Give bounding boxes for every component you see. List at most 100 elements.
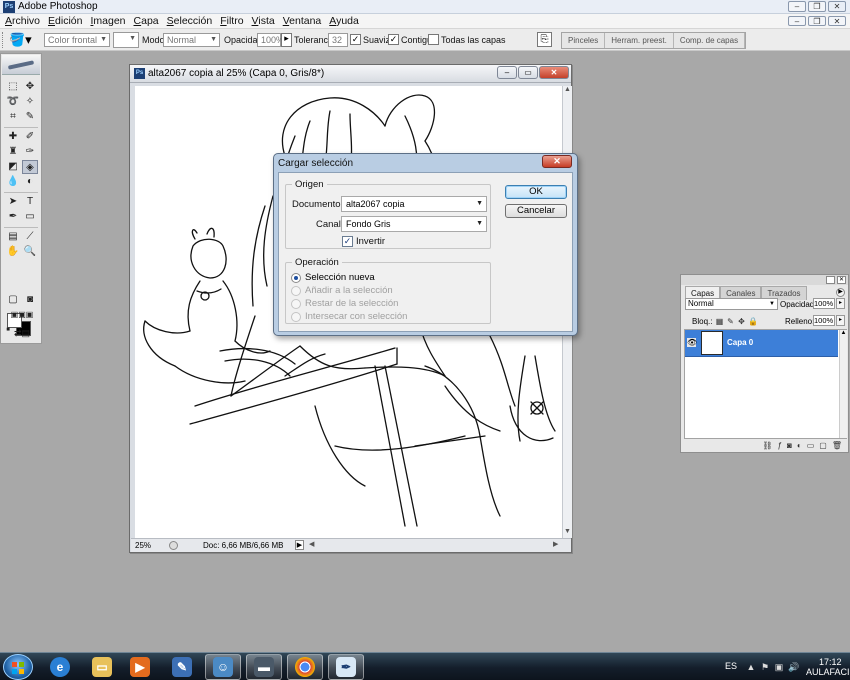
blend-mode-select[interactable]: Normal ▼ <box>685 298 778 310</box>
lock-all-icon[interactable]: 🔒 <box>748 317 758 326</box>
menu-vista[interactable]: Vista <box>250 15 281 27</box>
adjustment-layer-icon[interactable]: ◐ <box>797 441 802 452</box>
invert-checkbox[interactable]: ✓ <box>342 236 353 247</box>
status-info-icon[interactable] <box>169 541 178 550</box>
eraser-tool-icon[interactable]: ◩ <box>5 160 21 174</box>
layer-style-icon[interactable]: ƒ <box>778 441 782 452</box>
shape-tool-icon[interactable]: ▭ <box>22 210 38 224</box>
menu-edicion[interactable]: Edición <box>46 15 88 27</box>
screen-modes-icon[interactable]: ▣▣▣ <box>4 309 40 321</box>
network-icon[interactable]: ▣ <box>774 662 784 672</box>
new-group-icon[interactable]: ▭ <box>807 441 815 452</box>
ok-button[interactable]: OK <box>505 185 567 199</box>
start-button[interactable] <box>3 654 33 680</box>
crop-tool-icon[interactable]: ⌗ <box>5 110 21 124</box>
document-select[interactable]: alta2067 copia ▼ <box>341 196 487 212</box>
layer-opacity-arrow-icon[interactable]: ▸ <box>836 298 845 309</box>
link-layers-icon[interactable]: ⛓ <box>762 441 772 452</box>
taskbar-chrome[interactable] <box>287 654 323 680</box>
menu-seleccion[interactable]: Selección <box>165 15 219 27</box>
taskbar-app-6[interactable]: ▬ <box>246 654 282 680</box>
photoshop-feather-icon[interactable] <box>2 55 40 75</box>
move-tool-icon[interactable]: ✥ <box>22 80 38 94</box>
layer-row-capa-0[interactable]: 👁 Capa 0 <box>685 330 838 357</box>
volume-icon[interactable]: 🔊 <box>788 662 799 672</box>
document-title-bar[interactable]: Ps alta2067 copia al 25% (Capa 0, Gris/8… <box>130 65 571 83</box>
doc-restore-icon[interactable]: ❐ <box>808 16 826 26</box>
scroll-down-icon[interactable]: ▼ <box>563 528 572 538</box>
lock-position-icon[interactable]: ✥ <box>737 317 746 326</box>
cancel-button[interactable]: Cancelar <box>505 204 567 218</box>
lock-transparency-icon[interactable]: ▦ <box>715 317 724 326</box>
restore-icon[interactable]: ❐ <box>808 1 826 12</box>
slice-tool-icon[interactable]: ✎ <box>22 110 38 124</box>
taskbar-app-5[interactable]: ☺ <box>205 654 241 680</box>
brush-tool-icon[interactable]: ✐ <box>22 130 38 144</box>
standard-mode-icon[interactable]: ▢ <box>5 293 21 307</box>
opacity-input[interactable]: 100% <box>257 33 284 47</box>
status-menu-arrow-icon[interactable]: ▶ <box>295 540 304 550</box>
path-selection-icon[interactable]: ➤ <box>5 195 21 209</box>
scroll-up-icon[interactable]: ▲ <box>563 86 572 96</box>
clock[interactable]: 17:12 AULAFACIL <box>806 657 850 677</box>
menu-imagen[interactable]: Imagen <box>88 15 131 27</box>
pen-tool-icon[interactable]: ✒ <box>5 210 21 224</box>
all-layers-checkbox[interactable] <box>428 34 439 45</box>
taskbar-internet-explorer[interactable]: e <box>42 654 78 680</box>
doc-minimize-icon[interactable]: – <box>788 16 806 26</box>
tray-expand-icon[interactable]: ▲ <box>746 662 756 672</box>
paint-bucket-icon[interactable]: 🪣▾ <box>9 32 37 48</box>
layer-mask-icon[interactable]: ◙ <box>787 441 792 452</box>
zoom-tool-icon[interactable]: 🔍 <box>22 245 38 259</box>
lasso-tool-icon[interactable]: ➰ <box>5 95 21 109</box>
doc-window-minimize-icon[interactable]: – <box>497 66 517 79</box>
taskbar-media-player[interactable]: ▶ <box>122 654 158 680</box>
dodge-tool-icon[interactable]: ◐ <box>22 175 38 189</box>
taskbar-photoshop[interactable]: ✒ <box>328 654 364 680</box>
fill-input[interactable]: 100% <box>813 315 835 326</box>
channel-select[interactable]: Fondo Gris ▼ <box>341 216 487 232</box>
tolerance-input[interactable]: 32 <box>328 33 348 47</box>
radio-add-to-selection[interactable] <box>291 286 301 296</box>
radio-new-selection[interactable] <box>291 273 301 283</box>
palette-browser-icon[interactable]: ⎘ <box>537 32 552 47</box>
paint-bucket-tool-icon[interactable]: ◈ <box>22 160 38 174</box>
panel-menu-arrow-icon[interactable]: ▶ <box>836 288 845 297</box>
palette-tab-layer-comps[interactable]: Comp. de capas <box>673 33 746 48</box>
doc-window-close-icon[interactable]: ✕ <box>539 66 569 79</box>
radio-intersect-selection[interactable] <box>291 312 301 322</box>
fill-arrow-icon[interactable]: ▸ <box>836 315 845 326</box>
type-tool-icon[interactable]: T <box>22 195 38 209</box>
doc-window-maximize-icon[interactable]: ▭ <box>518 66 538 79</box>
menu-filtro[interactable]: Filtro <box>218 15 249 27</box>
dialog-close-icon[interactable]: ✕ <box>542 155 572 168</box>
layer-opacity-input[interactable]: 100% <box>813 298 835 309</box>
menu-capa[interactable]: Capa <box>132 15 165 27</box>
imageready-jump-icon[interactable]: ⇄▤ <box>5 326 39 340</box>
history-brush-icon[interactable]: ✑ <box>22 145 38 159</box>
zoom-level[interactable]: 25% <box>135 541 151 550</box>
language-indicator[interactable]: ES <box>725 661 737 671</box>
layers-panel-close-icon[interactable]: ✕ <box>837 276 846 284</box>
hscroll-right-icon[interactable]: ▶ <box>553 540 558 548</box>
eyedropper-tool-icon[interactable]: ⟋ <box>22 230 38 244</box>
layers-panel-titlebar[interactable] <box>681 275 848 285</box>
palette-tab-brushes[interactable]: Pinceles <box>562 33 606 48</box>
new-layer-icon[interactable]: ▢ <box>819 441 827 452</box>
notes-tool-icon[interactable]: ▤ <box>5 230 21 244</box>
radio-subtract-from-selection[interactable] <box>291 299 301 309</box>
close-icon[interactable]: ✕ <box>828 1 846 12</box>
hand-tool-icon[interactable]: ✋ <box>5 245 21 259</box>
action-center-icon[interactable]: ⚑ <box>760 662 770 672</box>
pattern-picker[interactable]: ▼ <box>113 32 139 48</box>
magic-wand-tool-icon[interactable]: ✧ <box>22 95 38 109</box>
hscroll-left-icon[interactable]: ◀ <box>309 540 314 548</box>
fill-source-select[interactable]: Color frontal ▼ <box>44 33 110 47</box>
quick-mask-icon[interactable]: ◙ <box>22 293 38 307</box>
taskbar-file-explorer[interactable]: ▭ <box>84 654 120 680</box>
layer-list-scrollbar[interactable]: ▲ <box>839 330 847 438</box>
lock-image-icon[interactable]: ✎ <box>726 317 735 326</box>
menu-archivo[interactable]: Archivo <box>3 15 46 27</box>
palette-tab-tool-presets[interactable]: Herram. preest. <box>605 33 674 48</box>
antialias-checkbox[interactable]: ✓ <box>350 34 361 45</box>
